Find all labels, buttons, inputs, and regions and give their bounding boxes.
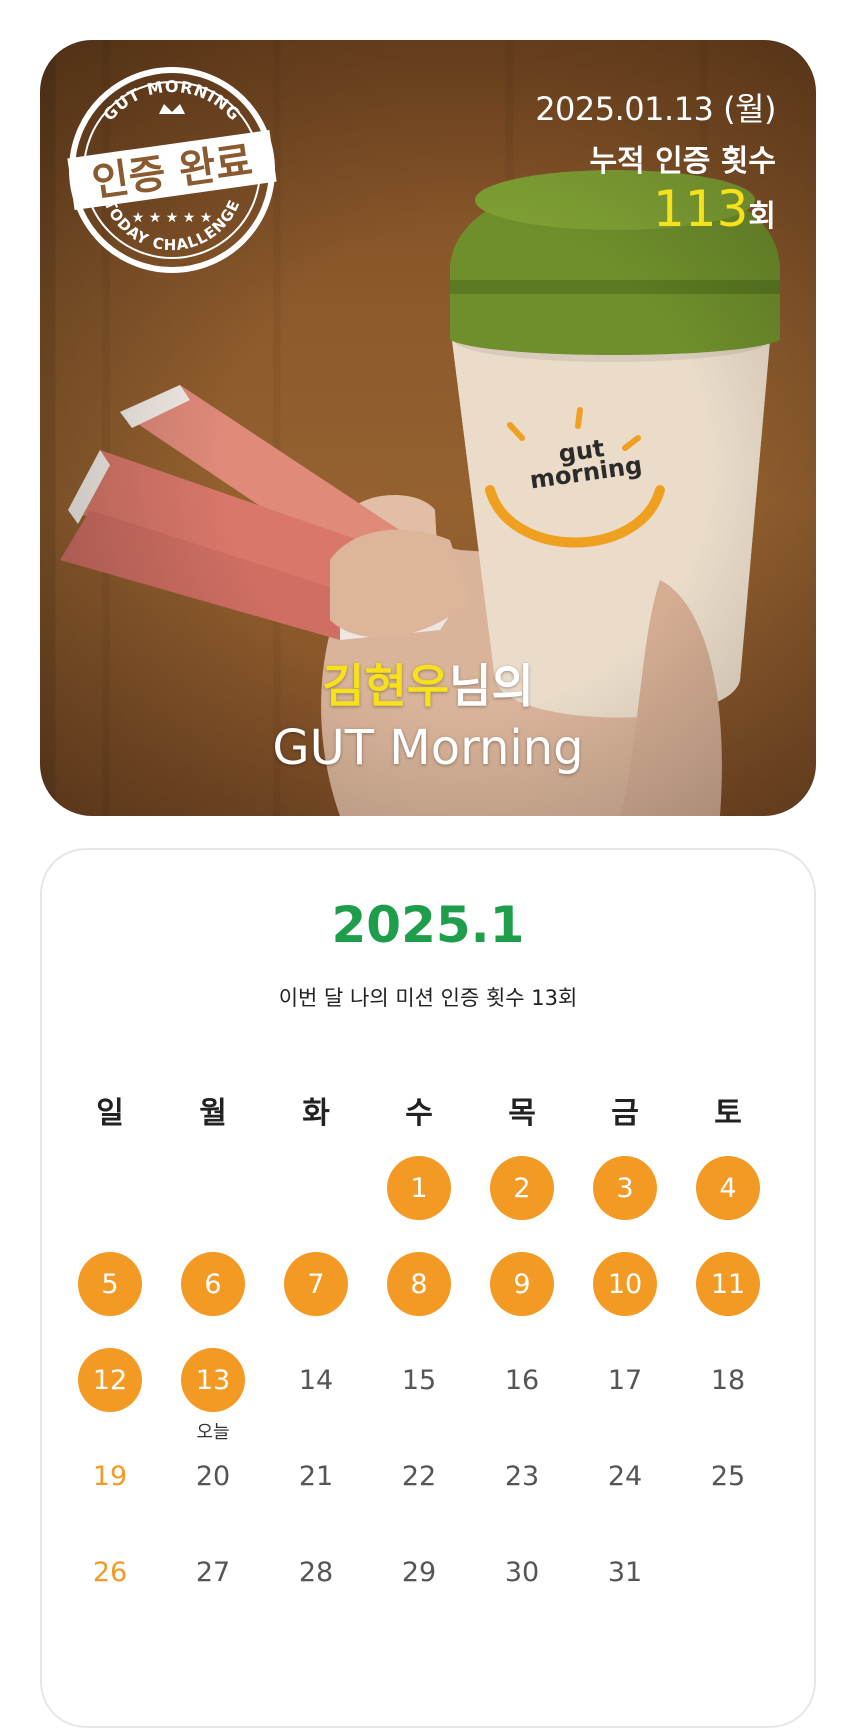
calendar-day-completed-marker: 11 <box>696 1252 760 1316</box>
calendar-day[interactable]: 20 <box>180 1444 246 1510</box>
svg-text:★ ★ ★ ★ ★: ★ ★ ★ ★ ★ <box>132 210 213 226</box>
calendar-day-completed-marker: 5 <box>78 1252 142 1316</box>
calendar-day-number: 30 <box>504 1556 540 1588</box>
calendar-day[interactable]: 12 <box>77 1348 143 1414</box>
calendar-day-completed-marker: 4 <box>696 1156 760 1220</box>
calendar-day-completed-marker: 1 <box>387 1156 451 1220</box>
calendar-day[interactable]: 27 <box>180 1540 246 1606</box>
calendar-day-completed-marker: 8 <box>387 1252 451 1316</box>
calendar-day-completed-marker: 12 <box>78 1348 142 1412</box>
calendar-day-number: 21 <box>298 1460 334 1492</box>
calendar-day[interactable]: 2 <box>489 1156 555 1222</box>
calendar-day-completed-marker: 6 <box>181 1252 245 1316</box>
calendar-day[interactable]: 10 <box>592 1252 658 1318</box>
calendar-day-completed-marker: 7 <box>284 1252 348 1316</box>
calendar-day-number: 20 <box>195 1460 231 1492</box>
calendar-day-number: 15 <box>401 1364 437 1396</box>
calendar-day-completed-marker: 3 <box>593 1156 657 1220</box>
calendar-day[interactable]: 26 <box>77 1540 143 1606</box>
weekday-tue: 화 <box>302 1096 330 1131</box>
cumulative-label: 누적 인증 횟수 <box>589 144 777 179</box>
calendar-day-completed-marker: 2 <box>490 1156 554 1220</box>
weekday-thu: 목 <box>508 1096 536 1131</box>
mission-calendar-card: 2025.1 이번 달 나의 미션 인증 횟수 13회 일 월 화 수 목 금 … <box>40 848 816 1728</box>
calendar-day[interactable]: 3 <box>592 1156 658 1222</box>
calendar-day-number: 27 <box>195 1556 231 1588</box>
calendar-day[interactable]: 25 <box>695 1444 761 1510</box>
calendar-day[interactable]: 5 <box>77 1252 143 1318</box>
calendar-day[interactable]: 28 <box>283 1540 349 1606</box>
calendar-day[interactable]: 17 <box>592 1348 658 1414</box>
weekday-fri: 금 <box>611 1096 639 1131</box>
calendar-month-summary: 이번 달 나의 미션 인증 횟수 13회 <box>278 986 578 1010</box>
calendar-day-completed-marker: 9 <box>490 1252 554 1316</box>
calendar-day[interactable]: 11 <box>695 1252 761 1318</box>
calendar-day[interactable]: 7 <box>283 1252 349 1318</box>
calendar-day-completed-marker: 10 <box>593 1252 657 1316</box>
owner-name: 김현우 <box>322 659 450 713</box>
calendar-day-number: 22 <box>401 1460 437 1492</box>
calendar-day[interactable]: 14 <box>283 1348 349 1414</box>
weekday-sat: 토 <box>714 1096 742 1131</box>
owner-suffix: 님의 <box>449 659 534 713</box>
calendar-day-number: 16 <box>504 1364 540 1396</box>
calendar-day[interactable]: 4 <box>695 1156 761 1222</box>
certification-date: 2025.01.13 (월) <box>535 90 776 128</box>
calendar-day[interactable]: 19 <box>77 1444 143 1510</box>
certification-meta: 2025.01.13 (월) 누적 인증 횟수 113회 <box>535 84 776 238</box>
calendar-day[interactable]: 1 <box>386 1156 452 1222</box>
card-title: GUT Morning <box>272 720 584 776</box>
calendar-day[interactable]: 29 <box>386 1540 452 1606</box>
calendar-day[interactable]: 18 <box>695 1348 761 1414</box>
certification-photo-card: gut morning GUT MORNING TODAY CHALLENGE … <box>40 40 816 816</box>
calendar-day[interactable]: 13 오늘 <box>180 1348 246 1443</box>
calendar-day[interactable]: 8 <box>386 1252 452 1318</box>
weekday-header: 일 월 화 수 목 금 토 <box>42 1088 818 1131</box>
calendar-day-number: 29 <box>401 1556 437 1588</box>
calendar-day[interactable]: 21 <box>283 1444 349 1510</box>
calendar-day[interactable]: 24 <box>592 1444 658 1510</box>
calendar-day[interactable]: 9 <box>489 1252 555 1318</box>
calendar-day-number: 24 <box>607 1460 643 1492</box>
calendar-day[interactable]: 15 <box>386 1348 452 1414</box>
calendar-day-number: 26 <box>92 1556 128 1588</box>
calendar-day[interactable]: 30 <box>489 1540 555 1606</box>
calendar-day-completed-marker: 13 <box>181 1348 245 1412</box>
today-label: 오늘 <box>196 1422 230 1443</box>
calendar-day-number: 25 <box>710 1460 746 1492</box>
calendar-day[interactable]: 16 <box>489 1348 555 1414</box>
owner-caption: 김현우님의 GUT Morning <box>40 650 816 776</box>
weekday-mon: 월 <box>199 1096 227 1131</box>
weekday-sun: 일 <box>96 1096 124 1131</box>
calendar-day-number: 14 <box>298 1364 334 1396</box>
weekday-wed: 수 <box>405 1096 433 1131</box>
cumulative-count: 113회 <box>535 180 776 238</box>
calendar-day-number: 19 <box>92 1460 128 1492</box>
calendar-day-number: 28 <box>298 1556 334 1588</box>
calendar-day[interactable]: 6 <box>180 1252 246 1318</box>
cumulative-count-number: 113 <box>652 180 749 238</box>
certified-stamp-icon: GUT MORNING TODAY CHALLENGE 인증 완료 ★ ★ ★ … <box>67 67 277 273</box>
calendar-day-number: 18 <box>710 1364 746 1396</box>
cumulative-count-unit: 회 <box>748 199 776 234</box>
calendar-month-title: 2025.1 <box>331 896 525 954</box>
calendar-day-number: 17 <box>607 1364 643 1396</box>
calendar-day[interactable]: 23 <box>489 1444 555 1510</box>
calendar-day-number: 23 <box>504 1460 540 1492</box>
calendar-day[interactable]: 22 <box>386 1444 452 1510</box>
calendar-day[interactable]: 31 <box>592 1540 658 1606</box>
calendar-day-number: 31 <box>607 1556 643 1588</box>
